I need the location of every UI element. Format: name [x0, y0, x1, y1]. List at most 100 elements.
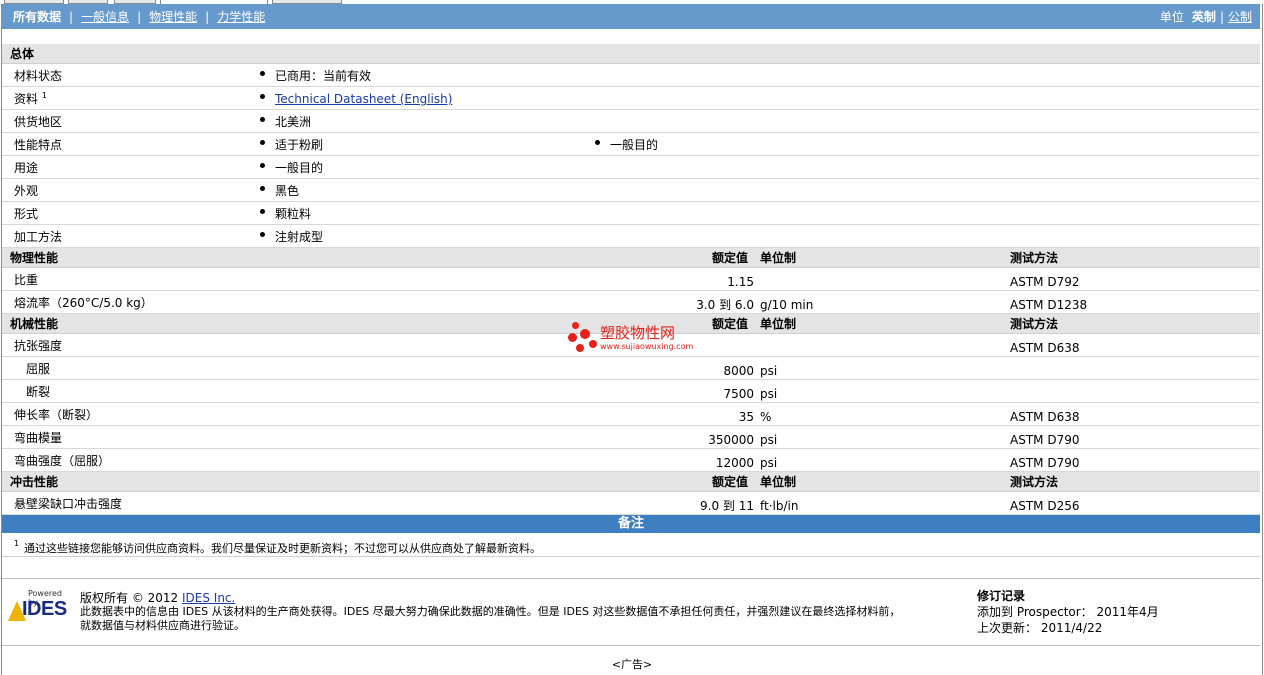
table-row: 材料状态 已商用：当前有效	[2, 64, 1260, 87]
section-header-physical: 物理性能 额定值 单位制 测试方法	[2, 248, 1260, 268]
row-label: 比重	[14, 273, 39, 287]
table-row: 弯曲强度（屈服） 12000 psi ASTM D790	[2, 449, 1260, 472]
row-method: ASTM D790	[1010, 433, 1080, 447]
section-nav: 所有数据 | 一般信息 | 物理性能 | 力学性能	[2, 8, 265, 25]
logo-name: IDES	[22, 598, 67, 620]
row-value: 北美洲	[275, 115, 312, 129]
row-value: 12000	[715, 456, 754, 470]
table-row: 弯曲模量 350000 psi ASTM D790	[2, 426, 1260, 449]
watermark-url: www.sujiaowuxing.com	[600, 342, 694, 351]
bullet-icon	[260, 186, 265, 191]
row-label: 资料 1	[14, 91, 47, 106]
bullet-icon	[260, 209, 265, 214]
header-unit: 单位制	[760, 475, 797, 489]
table-row: 资料 1 Technical Datasheet (English)	[2, 87, 1260, 110]
page-footer: Powered by IDES 版权所有 © 2012 IDES Inc. 此数…	[2, 578, 1260, 646]
row-value-2: 一般目的	[610, 138, 659, 152]
table-row: 供货地区 北美洲	[2, 110, 1260, 133]
table-row: 用途 一般目的	[2, 156, 1260, 179]
row-method: ASTM D638	[1010, 341, 1080, 355]
disclaimer-line-1: 此数据表中的信息由 IDES 从该材料的生产商处获得。IDES 尽最大努力确保此…	[80, 605, 901, 618]
watermark-dot-icon	[589, 340, 597, 348]
row-value: 35	[738, 410, 754, 424]
row-label: 形式	[14, 207, 39, 221]
row-value: 1.15	[727, 275, 754, 289]
row-label: 性能特点	[14, 138, 63, 152]
copyright-line: 版权所有 © 2012 IDES Inc.	[80, 591, 235, 605]
nav-separator: |	[69, 9, 74, 24]
section-title: 冲击性能	[10, 475, 59, 489]
bullet-icon	[260, 163, 265, 168]
watermark-dot-icon	[576, 344, 584, 352]
row-label: 悬壁梁缺口冲击强度	[14, 497, 123, 511]
watermark-dot-icon	[572, 322, 579, 329]
row-value: 一般目的	[275, 161, 324, 175]
note-text: 通过这些链接您能够访问供应商资料。我们尽量保证及时更新资料；不过您可以从供应商处…	[24, 542, 541, 555]
history-title: 修订记录	[977, 589, 1026, 603]
row-label-text: 资料	[14, 92, 39, 106]
header-nominal: 额定值	[712, 475, 749, 489]
watermark-dot-icon	[568, 333, 577, 342]
datasheet-link[interactable]: Technical Datasheet (English)	[275, 92, 452, 106]
table-row: 熔流率（260°C/5.0 kg） 3.0 到 6.0 g/10 min AST…	[2, 291, 1260, 314]
row-method: ASTM D638	[1010, 410, 1080, 424]
table-row: 悬壁梁缺口冲击强度 9.0 到 11 ft·lb/in ASTM D256	[2, 492, 1260, 515]
row-label: 抗张强度	[14, 339, 63, 353]
note-row: 1 通过这些链接您能够访问供应商资料。我们尽量保证及时更新资料；不过您可以从供应…	[2, 533, 1260, 557]
watermark-logo: 塑胶物性网 www.sujiaowuxing.com	[568, 320, 703, 358]
row-label: 断裂	[26, 385, 51, 399]
row-value: 已商用：当前有效	[275, 69, 372, 83]
section-title: 总体	[10, 47, 35, 61]
table-row: 比重 1.15 ASTM D792	[2, 268, 1260, 291]
row-label: 弯曲强度（屈服）	[14, 454, 111, 468]
units-separator: |	[1219, 9, 1224, 24]
row-value: 适于粉刷	[275, 138, 324, 152]
row-unit: g/10 min	[760, 298, 814, 312]
ad-label: <广告>	[611, 658, 653, 671]
nav-general-info[interactable]: 一般信息	[81, 8, 129, 25]
row-value: 黑色	[275, 184, 300, 198]
row-label: 熔流率（260°C/5.0 kg）	[14, 296, 153, 310]
row-value: 3.0 到 6.0	[696, 298, 754, 312]
section-header-general: 总体	[2, 44, 1260, 64]
row-label: 外观	[14, 184, 39, 198]
header-method: 测试方法	[1010, 317, 1059, 331]
table-row: 形式 颗粒料	[2, 202, 1260, 225]
notes-header: 备注	[2, 515, 1260, 533]
table-row: 外观 黑色	[2, 179, 1260, 202]
row-label: 加工方法	[14, 230, 63, 244]
header-nominal: 额定值	[712, 251, 749, 265]
table-row: 断裂 7500 psi	[2, 380, 1260, 403]
section-nav-bar: 所有数据 | 一般信息 | 物理性能 | 力学性能 单位 英制 | 公制	[2, 4, 1260, 29]
ides-logo[interactable]: Powered by IDES	[8, 589, 72, 629]
bullet-icon	[260, 140, 265, 145]
nav-mechanical-properties[interactable]: 力学性能	[217, 8, 265, 25]
bullet-icon	[260, 94, 265, 99]
row-label: 材料状态	[14, 69, 63, 83]
units-metric-link[interactable]: 公制	[1228, 8, 1252, 25]
bullet-icon	[260, 117, 265, 122]
nav-physical-properties[interactable]: 物理性能	[149, 8, 197, 25]
copyright-text: 版权所有 © 2012	[80, 591, 182, 605]
section-title: 物理性能	[10, 251, 59, 265]
header-unit: 单位制	[760, 251, 797, 265]
row-value: 9.0 到 11	[700, 499, 754, 513]
ides-link[interactable]: IDES Inc.	[182, 591, 235, 605]
watermark-text: 塑胶物性网	[600, 324, 676, 342]
row-method: ASTM D1238	[1010, 298, 1088, 312]
row-unit: psi	[760, 433, 778, 447]
nav-all-data[interactable]: 所有数据	[13, 8, 61, 25]
unit-switcher: 单位 英制 | 公制	[1160, 8, 1252, 25]
disclaimer-line-2: 就数据值与材料供应商进行验证。	[80, 619, 245, 632]
nav-separator: |	[205, 9, 210, 24]
table-row: 加工方法 注射成型	[2, 225, 1260, 248]
bullet-icon	[260, 232, 265, 237]
row-unit: psi	[760, 387, 778, 401]
row-label: 伸长率（断裂）	[14, 408, 99, 422]
table-row: 性能特点 适于粉刷 一般目的	[2, 133, 1260, 156]
header-method: 测试方法	[1010, 475, 1059, 489]
row-value: 注射成型	[275, 230, 324, 244]
units-label: 单位	[1159, 10, 1184, 24]
row-label: 弯曲模量	[14, 431, 63, 445]
row-label: 屈服	[26, 362, 51, 376]
